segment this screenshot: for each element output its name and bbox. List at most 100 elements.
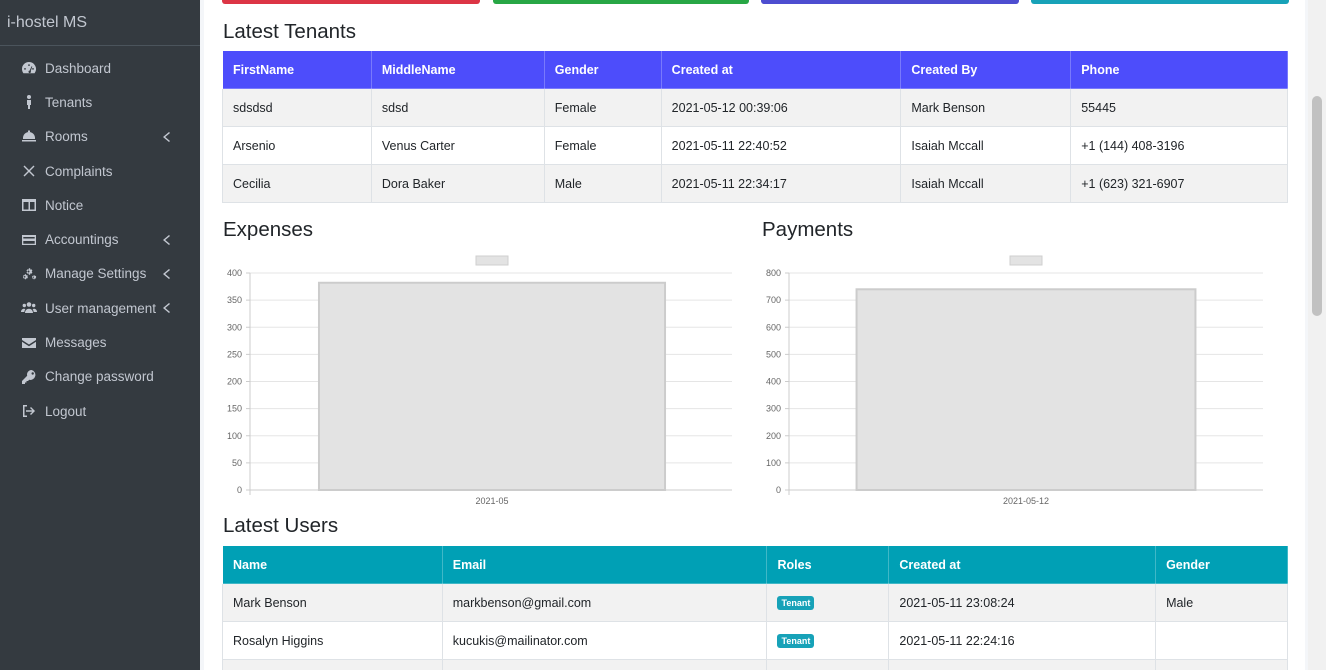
payments-title: Payments: [762, 218, 854, 241]
legend-swatch: [1009, 255, 1043, 266]
table-cell: 2021-05-11 23:08:24: [888, 583, 1157, 622]
table-row[interactable]: Cecilia Dora Baker Male 2021-05-11 22:34:17…: [222, 164, 1288, 203]
latest-users-title: Latest Users: [223, 514, 339, 537]
table-cell: +1 (144) 408-3196: [1070, 126, 1288, 165]
sidebar-item-notice[interactable]: Notice: [0, 188, 200, 222]
table-row[interactable]: Rosalyn Higgins kucukis@mailinator.com Ten…: [222, 621, 1288, 660]
sidebar-item-change-password[interactable]: Change password: [0, 360, 200, 394]
expenses-title: Expenses: [223, 218, 314, 241]
y-tick-label: 250: [227, 349, 242, 359]
sidebar-item-label: Change password: [45, 369, 154, 385]
column-header[interactable]: Phone: [1070, 50, 1288, 89]
sidebar-item-label: Complaints: [45, 163, 113, 179]
dashboard-icon: [20, 59, 38, 77]
sidebar-item-label: Messages: [45, 335, 107, 351]
column-header[interactable]: Name: [222, 545, 443, 584]
table-row[interactable]: [222, 659, 1288, 670]
chevron-left-icon: [162, 268, 172, 279]
times-icon: [20, 162, 38, 180]
y-tick-label: 500: [766, 349, 781, 359]
y-tick-label: 200: [766, 431, 781, 441]
column-header[interactable]: FirstName: [222, 50, 372, 89]
sidebar-item-label: Tenants: [45, 94, 93, 110]
credit-card-icon: [20, 231, 38, 249]
sidebar-item-messages[interactable]: Messages: [0, 325, 200, 359]
y-tick-label: 700: [766, 295, 781, 305]
expenses-chart: 0 50 100 150 200 250 300 350 400 2021-05: [212, 250, 734, 512]
scrollbar[interactable]: [1308, 0, 1326, 670]
sidebar-item-tenants[interactable]: Tenants: [0, 85, 200, 119]
users-table: Name Email Roles Created at Gender Mark Bens…: [222, 545, 1288, 670]
bar: [855, 288, 1197, 492]
latest-tenants-title: Latest Tenants: [223, 20, 356, 43]
cogs-icon: [20, 265, 38, 283]
y-tick-label: 0: [237, 485, 242, 495]
person-icon: [20, 93, 38, 111]
y-tick-label: 0: [776, 485, 781, 495]
column-header[interactable]: Email: [441, 545, 768, 584]
columns-icon: [20, 196, 38, 214]
table-cell: Mark Benson: [900, 88, 1072, 127]
table-cell: 55445: [1070, 88, 1288, 127]
role-badge: Tenant: [777, 634, 815, 648]
sidebar-item-label: Rooms: [45, 129, 88, 145]
role-badge: Tenant: [777, 596, 815, 610]
sidebar-item-manage-settings[interactable]: Manage Settings: [0, 257, 200, 291]
sidebar-item-complaints[interactable]: Complaints: [0, 154, 200, 188]
sidebar-item-accountings[interactable]: Accountings: [0, 222, 200, 256]
sidebar-item-rooms[interactable]: Rooms: [0, 120, 200, 154]
info-box-green[interactable]: [493, 0, 749, 4]
table-cell: Rosalyn Higgins: [222, 621, 443, 660]
table-row[interactable]: Arsenio Venus Carter Female 2021-05-11 22:4…: [222, 126, 1288, 165]
chevron-left-icon: [162, 234, 172, 245]
sidebar-nav: Dashboard Tenants Rooms Complaints Notice Acc…: [0, 46, 200, 428]
table-cell: 2021-05-11 22:24:16: [888, 621, 1157, 660]
column-header[interactable]: MiddleName: [370, 50, 545, 89]
brand-title[interactable]: i-hostel MS: [0, 0, 200, 46]
y-tick-label: 400: [227, 268, 242, 278]
table-cell: kucukis@mailinator.com: [441, 621, 768, 660]
table-cell: markbenson@gmail.com: [441, 583, 768, 622]
key-icon: [20, 368, 38, 386]
roles-cell: Tenant: [766, 621, 890, 660]
table-row[interactable]: Mark Benson markbenson@gmail.com Tenant 202…: [222, 583, 1288, 622]
table-cell: sdsd: [370, 88, 545, 127]
sidebar-item-dashboard[interactable]: Dashboard: [0, 51, 200, 85]
sidebar-item-label: Dashboard: [45, 60, 112, 76]
table-cell: [441, 659, 768, 670]
bell-icon: [20, 128, 38, 146]
y-tick-label: 600: [766, 322, 781, 332]
column-header[interactable]: Created at: [660, 50, 902, 89]
column-header[interactable]: Gender: [543, 50, 662, 89]
sidebar-item-user-management[interactable]: User management: [0, 291, 200, 325]
sidebar: i-hostel MS Dashboard Tenants Rooms Complai…: [0, 0, 200, 670]
table-cell: 2021-05-11 22:34:17: [660, 164, 902, 203]
y-tick-label: 800: [766, 268, 781, 278]
column-header[interactable]: Created at: [888, 545, 1157, 584]
sidebar-item-logout[interactable]: Logout: [0, 394, 200, 428]
column-header[interactable]: Roles: [766, 545, 890, 584]
info-box-red[interactable]: [222, 0, 480, 4]
payments-chart: 0 100 200 300 400 500 600 700 800 2021-05-12: [752, 250, 1272, 512]
info-box-teal[interactable]: [1031, 0, 1289, 4]
y-tick-label: 200: [227, 377, 242, 387]
y-tick-label: 150: [227, 404, 242, 414]
table-cell: 2021-05-12 00:39:06: [660, 88, 902, 127]
scrollbar-thumb[interactable]: [1312, 96, 1322, 316]
y-tick-label: 300: [766, 404, 781, 414]
table-cell: [1155, 621, 1288, 660]
column-header[interactable]: Gender: [1155, 545, 1288, 584]
chevron-left-icon: [162, 131, 172, 142]
y-tick-label: 100: [766, 458, 781, 468]
table-cell: Female: [543, 88, 662, 127]
sidebar-item-label: Notice: [45, 197, 84, 213]
content-panel: Latest Tenants FirstName MiddleName Gender…: [204, 0, 1305, 670]
table-row[interactable]: sdsdsd sdsd Female 2021-05-12 00:39:06 Mark …: [222, 88, 1288, 127]
table-cell: Venus Carter: [370, 126, 545, 165]
x-tick-label: 2021-05-12: [1003, 496, 1049, 506]
info-box-indigo[interactable]: [761, 0, 1019, 4]
table-cell: 2021-05-11 22:40:52: [660, 126, 902, 165]
legend-swatch: [475, 255, 509, 266]
column-header[interactable]: Created By: [900, 50, 1072, 89]
users-icon: [20, 299, 38, 317]
